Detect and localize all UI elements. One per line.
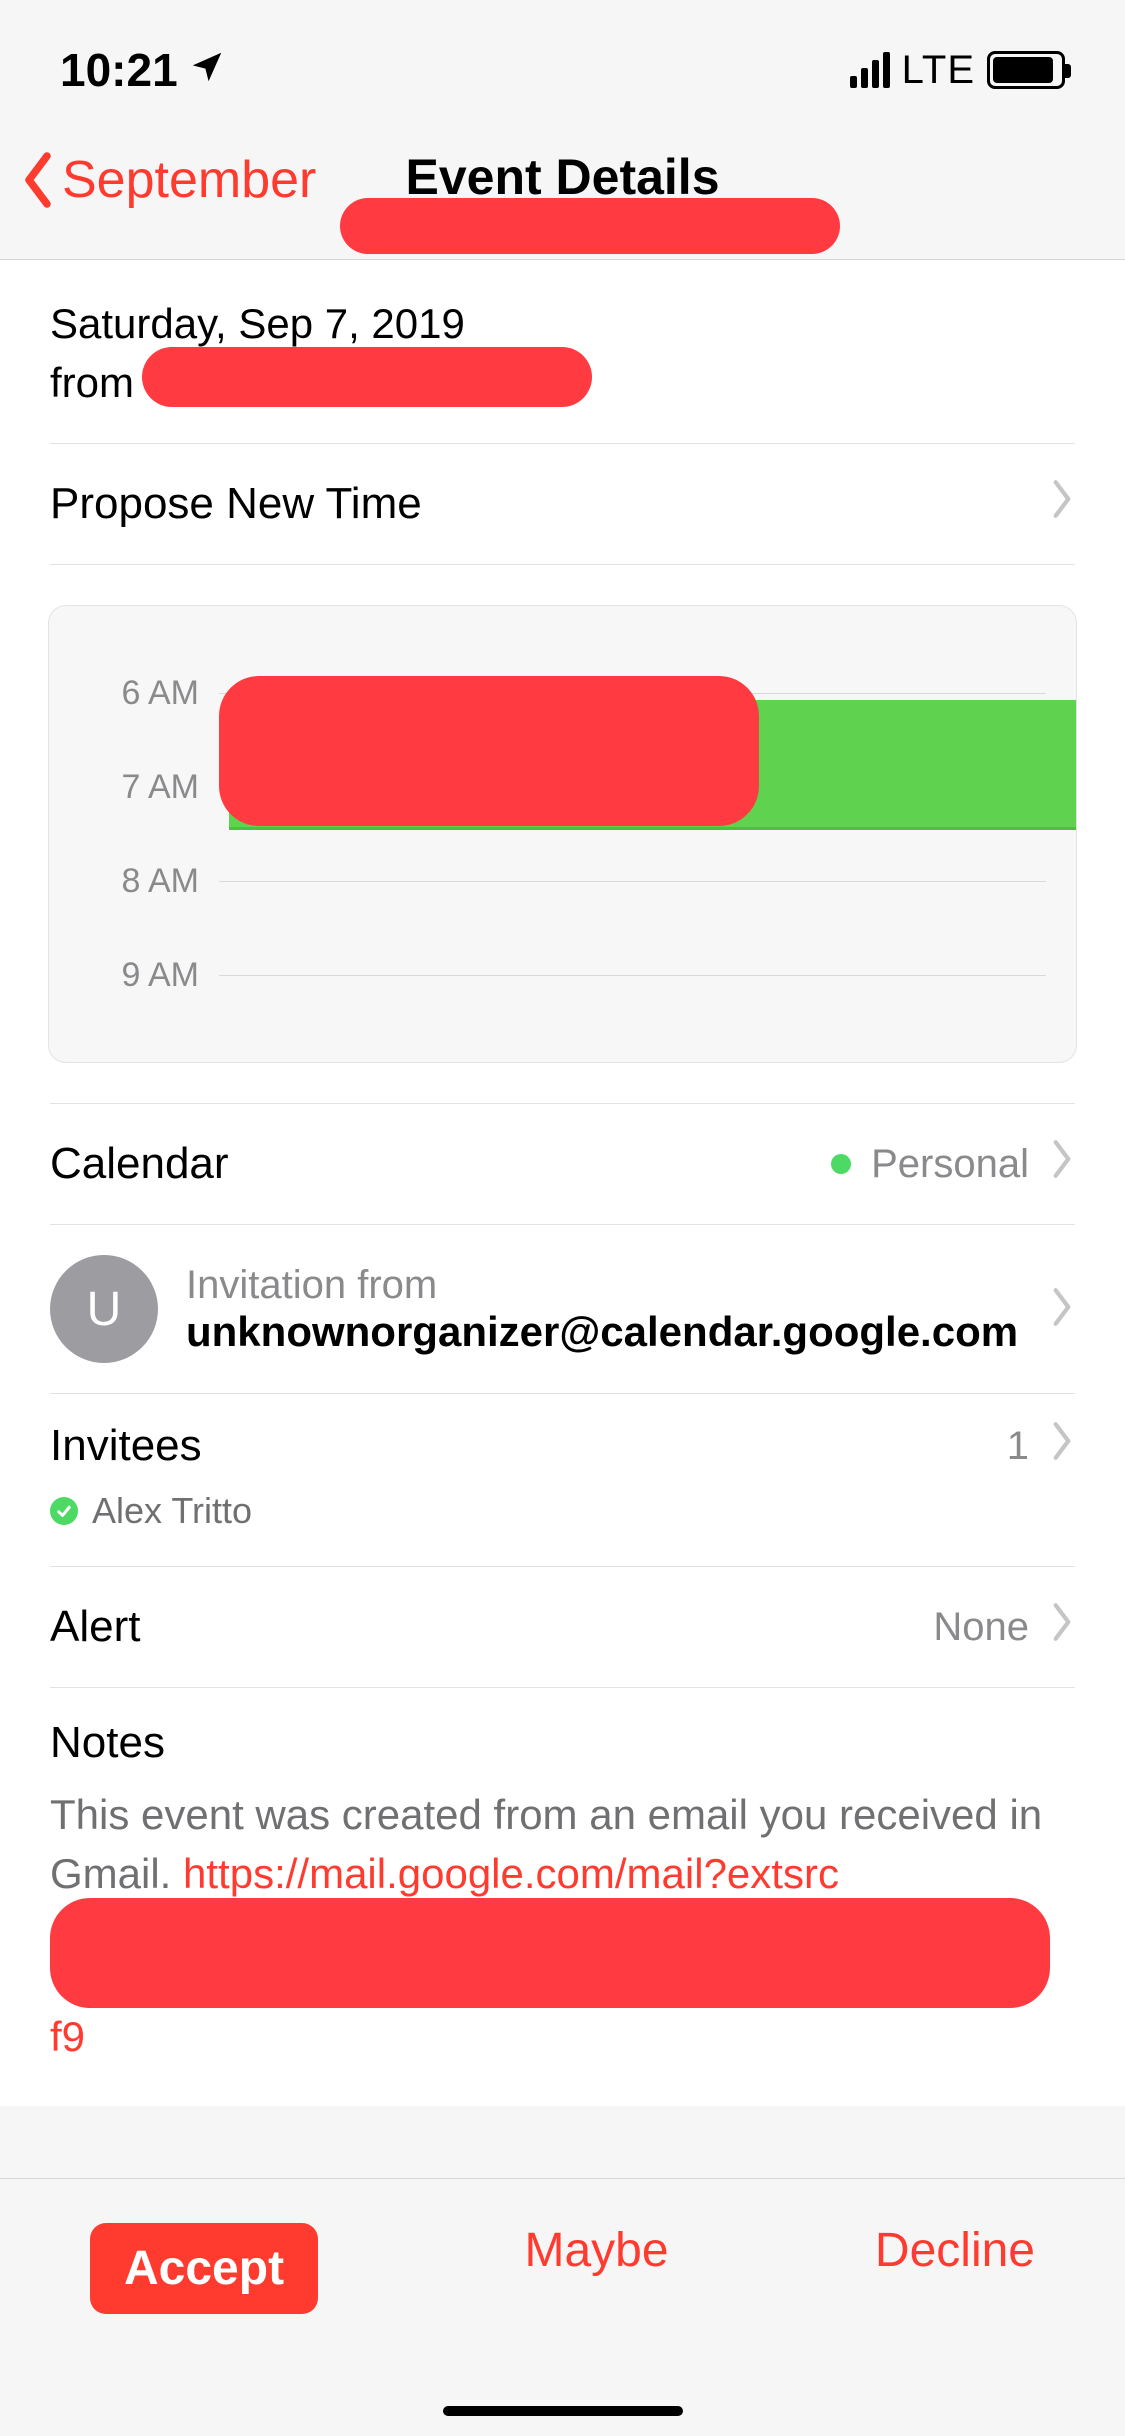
notes-block: Notes This event was created from an ema…	[0, 1688, 1125, 2106]
invitees-count: 1	[1007, 1424, 1029, 1469]
alert-value: None	[933, 1605, 1029, 1650]
avatar-initial: U	[87, 1282, 122, 1337]
redaction-mark	[340, 198, 840, 254]
response-toolbar: Accept Maybe Decline	[0, 2178, 1125, 2436]
chevron-right-icon	[1049, 1601, 1075, 1653]
notes-label: Notes	[50, 1718, 1075, 1768]
nav-header: September Event Details	[0, 140, 1125, 260]
timeline-hour: 8 AM	[89, 862, 199, 901]
check-icon	[50, 1497, 78, 1525]
battery-icon	[987, 51, 1065, 89]
alert-label: Alert	[50, 1602, 140, 1652]
accept-button[interactable]: Accept	[90, 2223, 318, 2314]
calendar-color-dot	[831, 1154, 851, 1174]
signal-icon	[850, 52, 890, 88]
organizer-row[interactable]: U Invitation from unknownorganizer@calen…	[0, 1225, 1125, 1393]
invitee-name: Alex Tritto	[92, 1490, 252, 1532]
network-label: LTE	[902, 48, 975, 93]
status-time: 10:21	[60, 43, 178, 97]
timeline-hour: 7 AM	[89, 768, 199, 807]
redaction-mark	[142, 347, 592, 407]
invitee-item: Alex Tritto	[50, 1490, 1075, 1532]
chevron-right-icon	[1049, 478, 1075, 530]
decline-button[interactable]: Decline	[875, 2223, 1035, 2278]
chevron-right-icon	[1049, 1420, 1075, 1472]
invitees-label: Invitees	[50, 1421, 202, 1471]
event-date-block: Saturday, Sep 7, 2019 from	[0, 260, 1125, 443]
calendar-label: Calendar	[50, 1139, 229, 1189]
timeline-hour: 6 AM	[89, 674, 199, 713]
calendar-value: Personal	[871, 1142, 1029, 1187]
redaction-mark	[219, 676, 759, 826]
organizer-email: unknownorganizer@calendar.google.com	[186, 1308, 1021, 1356]
invitation-from-label: Invitation from	[186, 1263, 1021, 1308]
redaction-mark	[50, 1898, 1050, 2008]
chevron-right-icon	[1049, 1138, 1075, 1190]
timeline-preview: 6 AM 7 AM 8 AM 9 AM Fligh	[48, 605, 1077, 1063]
notes-link-tail[interactable]: f9	[50, 2013, 85, 2060]
alert-row[interactable]: Alert None	[0, 1567, 1125, 1687]
event-from-label: from	[50, 359, 134, 407]
propose-new-time-label: Propose New Time	[50, 479, 422, 529]
avatar: U	[50, 1255, 158, 1363]
status-bar: 10:21 LTE	[0, 0, 1125, 140]
propose-new-time-row[interactable]: Propose New Time	[0, 444, 1125, 564]
maybe-button[interactable]: Maybe	[524, 2223, 668, 2278]
home-indicator[interactable]	[443, 2406, 683, 2416]
notes-link[interactable]: https://mail.google.com/mail?extsrc	[183, 1850, 839, 1897]
location-icon	[188, 43, 226, 97]
timeline-hour: 9 AM	[89, 956, 199, 995]
chevron-right-icon	[1049, 1286, 1075, 1333]
invitees-row[interactable]: Invitees 1 Alex Tritto	[0, 1394, 1125, 1566]
page-title: Event Details	[0, 140, 1125, 206]
calendar-row[interactable]: Calendar Personal	[0, 1104, 1125, 1224]
event-date: Saturday, Sep 7, 2019	[50, 300, 1075, 348]
